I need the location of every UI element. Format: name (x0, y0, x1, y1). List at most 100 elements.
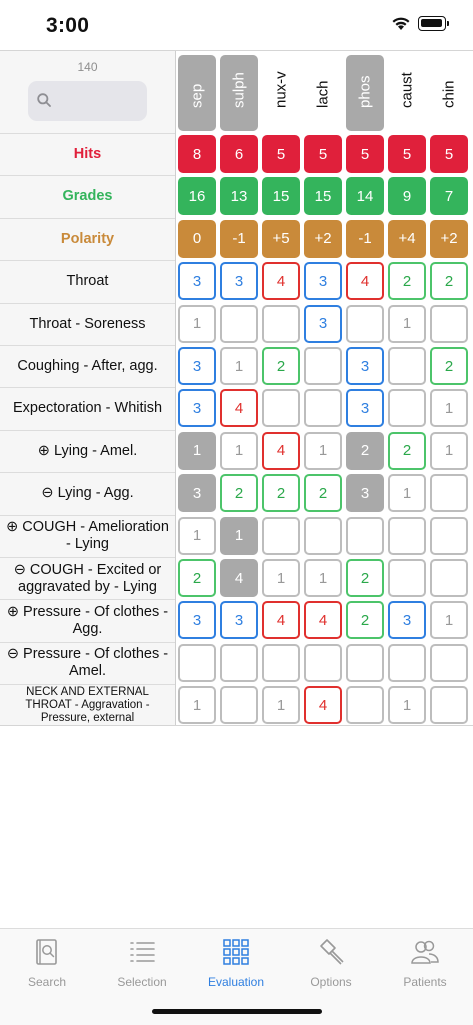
search-input[interactable] (28, 81, 147, 121)
grade-cell[interactable]: 4 (262, 601, 300, 640)
grade-cell[interactable] (388, 347, 426, 385)
grade-cell[interactable]: 2 (262, 474, 300, 513)
grade-cell[interactable] (346, 686, 384, 725)
grade-cell[interactable]: 1 (430, 389, 468, 428)
grade-cell[interactable] (430, 559, 468, 597)
rubric-label[interactable]: Throat (0, 260, 175, 302)
grade-cell[interactable]: 3 (346, 389, 384, 428)
grade-cell[interactable]: 3 (178, 262, 216, 301)
grade-cell[interactable]: 4 (220, 389, 258, 428)
grade-cell[interactable] (388, 643, 426, 682)
rubric-label[interactable]: ⊖ Pressure - Of clothes - Amel. (0, 641, 175, 684)
grade-cell[interactable]: 1 (220, 516, 258, 555)
grade-cell[interactable]: 2 (262, 347, 300, 385)
grade-cell[interactable] (220, 304, 258, 343)
remedy-header-phos[interactable]: phos (346, 55, 384, 131)
grade-cell[interactable]: 3 (220, 601, 258, 640)
grade-cell[interactable] (388, 559, 426, 597)
grade-cell[interactable]: 2 (304, 474, 342, 513)
rubric-label[interactable]: Coughing - After, agg. (0, 345, 175, 387)
grade-cell[interactable] (346, 643, 384, 682)
grade-cell[interactable] (304, 516, 342, 555)
remedy-header-sulph[interactable]: sulph (220, 55, 258, 131)
grade-cell[interactable] (430, 516, 468, 555)
grade-cell[interactable]: 4 (346, 262, 384, 301)
grade-cell[interactable] (430, 474, 468, 513)
remedy-header-chin[interactable]: chin (430, 55, 468, 131)
tab-patients[interactable]: Patients (378, 935, 472, 997)
grade-cell[interactable] (346, 304, 384, 343)
grade-cell[interactable] (262, 304, 300, 343)
remedy-header-nux-v[interactable]: nux-v (262, 55, 300, 131)
grade-cell[interactable]: 1 (388, 686, 426, 725)
grade-cell[interactable]: 2 (346, 601, 384, 640)
tab-options[interactable]: Options (284, 935, 378, 997)
grade-cell[interactable]: 2 (430, 347, 468, 385)
grade-cell[interactable]: 2 (388, 431, 426, 470)
grade-cell[interactable]: 2 (346, 559, 384, 597)
grade-cell[interactable]: 1 (262, 686, 300, 725)
rubric-label[interactable]: ⊕ Pressure - Of clothes - Agg. (0, 599, 175, 641)
rubric-label[interactable]: Expectoration - Whitish (0, 387, 175, 429)
grade-cell[interactable]: 4 (304, 601, 342, 640)
grade-cell[interactable] (304, 643, 342, 682)
grade-cell[interactable] (430, 686, 468, 725)
grade-cell[interactable] (388, 516, 426, 555)
grade-cell[interactable]: 4 (262, 431, 300, 470)
grade-cell[interactable]: 1 (178, 686, 216, 725)
grade-cell[interactable] (304, 347, 342, 385)
grade-cell[interactable]: 1 (304, 431, 342, 470)
grade-cell[interactable] (262, 389, 300, 428)
grade-cell[interactable]: 4 (262, 262, 300, 301)
grade-cell[interactable]: 4 (304, 686, 342, 725)
grade-cell[interactable]: 1 (220, 347, 258, 385)
grade-cell[interactable]: 3 (304, 262, 342, 301)
rubric-label[interactable]: NECK AND EXTERNAL THROAT - Aggravation -… (0, 684, 175, 726)
grade-cell[interactable]: 2 (430, 262, 468, 301)
grade-cell[interactable]: 1 (388, 304, 426, 343)
grade-cell[interactable] (262, 643, 300, 682)
grade-cell[interactable]: 1 (178, 304, 216, 343)
grade-cell[interactable]: 1 (430, 601, 468, 640)
remedy-header-caust[interactable]: caust (388, 55, 426, 131)
tab-search[interactable]: Search (0, 935, 94, 997)
grade-cell[interactable]: 3 (346, 474, 384, 513)
rubric-label[interactable]: ⊕ Lying - Amel. (0, 429, 175, 472)
grade-cell[interactable]: 1 (220, 431, 258, 470)
rubric-label[interactable]: ⊖ COUGH - Excited or aggravated by - Lyi… (0, 557, 175, 599)
rubric-label[interactable]: ⊕ COUGH - Amelioration - Lying (0, 514, 175, 557)
grade-cell[interactable]: 3 (220, 262, 258, 301)
grade-cell[interactable] (220, 643, 258, 682)
grade-cell[interactable] (262, 516, 300, 555)
grade-cell[interactable] (304, 389, 342, 428)
rubric-label[interactable]: Throat - Soreness (0, 302, 175, 345)
grade-cell[interactable]: 1 (430, 431, 468, 470)
grade-cell[interactable]: 2 (178, 559, 216, 597)
grade-cell[interactable] (430, 304, 468, 343)
tab-selection[interactable]: Selection (95, 935, 189, 997)
grade-cell[interactable]: 3 (178, 474, 216, 513)
grade-cell[interactable]: 3 (178, 601, 216, 640)
remedy-header-sep[interactable]: sep (178, 55, 216, 131)
grade-cell[interactable]: 2 (388, 262, 426, 301)
grade-cell[interactable] (178, 643, 216, 682)
grade-cell[interactable]: 3 (304, 304, 342, 343)
grade-cell[interactable]: 4 (220, 559, 258, 597)
grade-cell[interactable]: 3 (388, 601, 426, 640)
grade-cell[interactable]: 1 (304, 559, 342, 597)
tab-evaluation[interactable]: Evaluation (189, 935, 283, 997)
grade-cell[interactable]: 3 (178, 389, 216, 428)
remedy-header-lach[interactable]: lach (304, 55, 342, 131)
grade-cell[interactable]: 1 (178, 431, 216, 470)
grade-cell[interactable] (388, 389, 426, 428)
grade-cell[interactable] (220, 686, 258, 725)
grade-cell[interactable]: 2 (346, 431, 384, 470)
grade-cell[interactable]: 3 (346, 347, 384, 385)
grade-cell[interactable]: 2 (220, 474, 258, 513)
grade-cell[interactable] (430, 643, 468, 682)
grade-cell[interactable] (346, 516, 384, 555)
grade-cell[interactable]: 1 (388, 474, 426, 513)
grade-cell[interactable]: 1 (178, 516, 216, 555)
grade-cell[interactable]: 3 (178, 347, 216, 385)
grade-cell[interactable]: 1 (262, 559, 300, 597)
